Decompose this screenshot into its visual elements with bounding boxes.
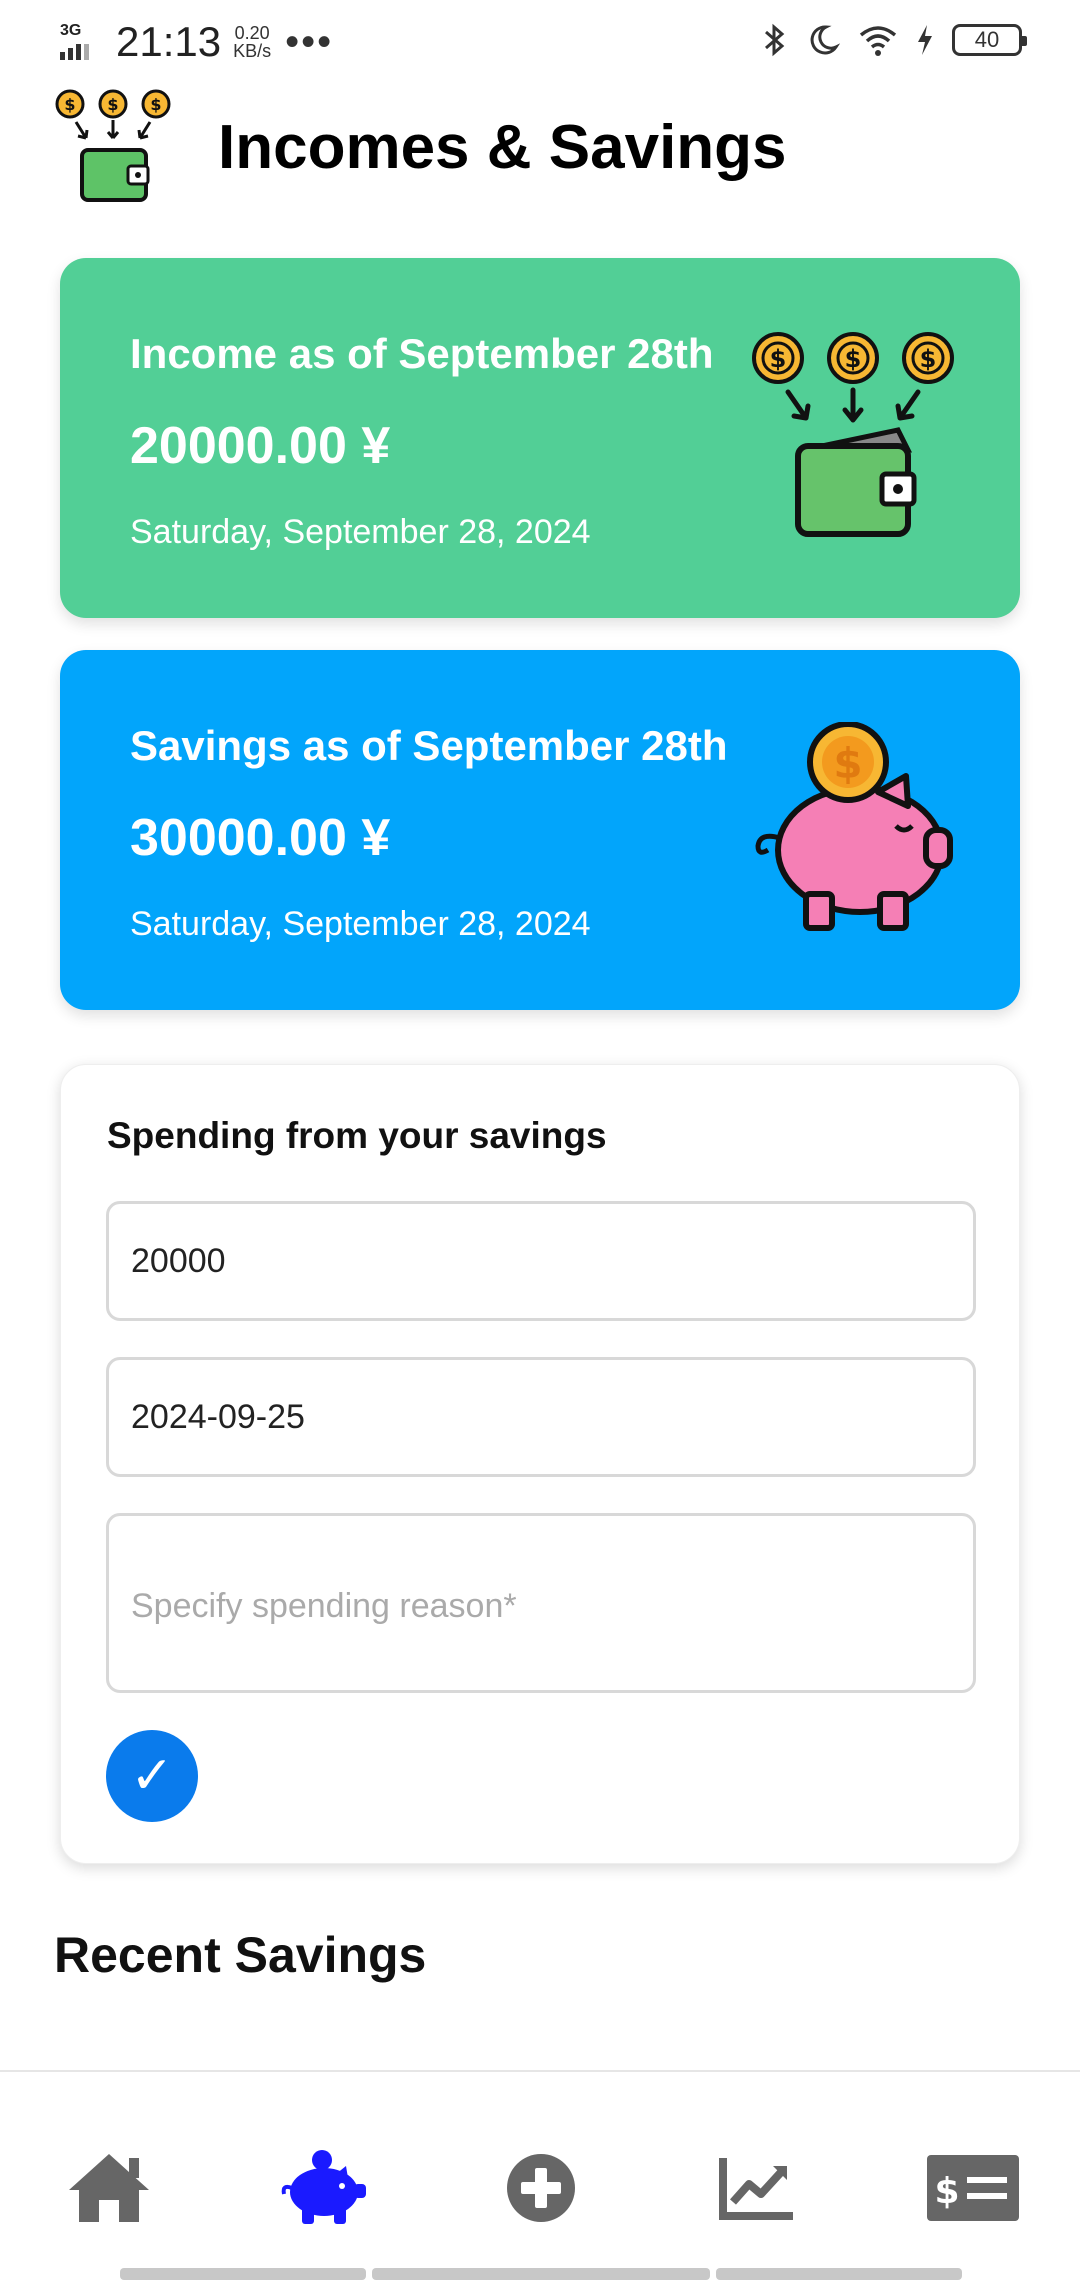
bluetooth-icon [765, 23, 785, 57]
chart-line-icon [719, 2158, 793, 2220]
svg-text:$: $ [920, 345, 937, 373]
savings-card-title: Savings as of September 28th [130, 722, 728, 769]
nav-home[interactable] [44, 2138, 174, 2238]
status-bar: 3G 21:13 0.20 KB/s ••• 40 [0, 0, 1080, 84]
gesture-bar [716, 2268, 962, 2280]
bottom-navigation: $ [0, 2070, 1080, 2280]
status-time: 21:13 [116, 18, 222, 65]
charging-icon [918, 25, 932, 55]
spending-reason-input[interactable] [106, 1513, 976, 1693]
network-speed-unit: KB/s [233, 41, 272, 61]
savings-amount: 30000.00 ¥ [130, 809, 391, 867]
checkmark-icon: ✓ [130, 1746, 174, 1806]
amount-input[interactable] [106, 1201, 976, 1321]
submit-spending-button[interactable]: ✓ [106, 1730, 198, 1822]
spending-form: Spending from your savings ✓ [60, 1064, 1020, 1864]
nav-statistics[interactable] [692, 2138, 822, 2238]
recent-savings-heading: Recent Savings [54, 1927, 427, 1983]
svg-text:$: $ [64, 95, 75, 114]
piggy-bank-icon: $ [755, 722, 953, 931]
page-title: Incomes & Savings [218, 112, 787, 182]
nav-expenses[interactable]: $ [908, 2138, 1038, 2238]
money-bill-icon: $ [927, 2155, 1019, 2221]
cellular-signal-icon: 3G [58, 20, 98, 64]
income-card: Income as of September 28th 20000.00 ¥ S… [60, 258, 1020, 618]
savings-card: Savings as of September 28th 30000.00 ¥ … [60, 650, 1020, 1010]
wallet-coins-logo-icon: $ $ $ [55, 89, 171, 202]
battery-level: 40 [974, 27, 1000, 52]
network-speed: 0.20 KB/s [233, 24, 271, 60]
income-card-title: Income as of September 28th [130, 330, 714, 377]
app-header: $ $ $ Incomes & Savings [52, 82, 787, 212]
svg-text:$: $ [150, 95, 161, 114]
svg-text:$: $ [934, 2171, 959, 2212]
gesture-bar [120, 2268, 366, 2280]
income-amount: 20000.00 ¥ [130, 417, 391, 475]
wallet-coins-icon: $ $ $ [752, 332, 954, 537]
network-speed-value: 0.20 [234, 23, 270, 43]
svg-text:$: $ [107, 95, 118, 114]
add-circle-icon [507, 2154, 575, 2222]
svg-text:$: $ [833, 739, 862, 788]
nav-add[interactable] [476, 2138, 606, 2238]
wifi-icon [859, 26, 897, 56]
nav-savings[interactable] [260, 2138, 390, 2238]
savings-date: Saturday, September 28, 2024 [130, 905, 591, 943]
date-input[interactable] [106, 1357, 976, 1477]
income-date: Saturday, September 28, 2024 [130, 513, 591, 551]
moon-icon [810, 25, 840, 55]
svg-text:$: $ [845, 345, 862, 373]
battery-icon: 40 [952, 24, 1027, 56]
gesture-bar [372, 2268, 710, 2280]
more-notifications-icon: ••• [285, 20, 334, 64]
spending-form-title: Spending from your savings [107, 1115, 607, 1156]
svg-text:$: $ [770, 345, 787, 373]
home-icon [69, 2154, 149, 2222]
network-type: 3G [60, 22, 82, 39]
piggy-bank-icon [281, 2150, 366, 2224]
